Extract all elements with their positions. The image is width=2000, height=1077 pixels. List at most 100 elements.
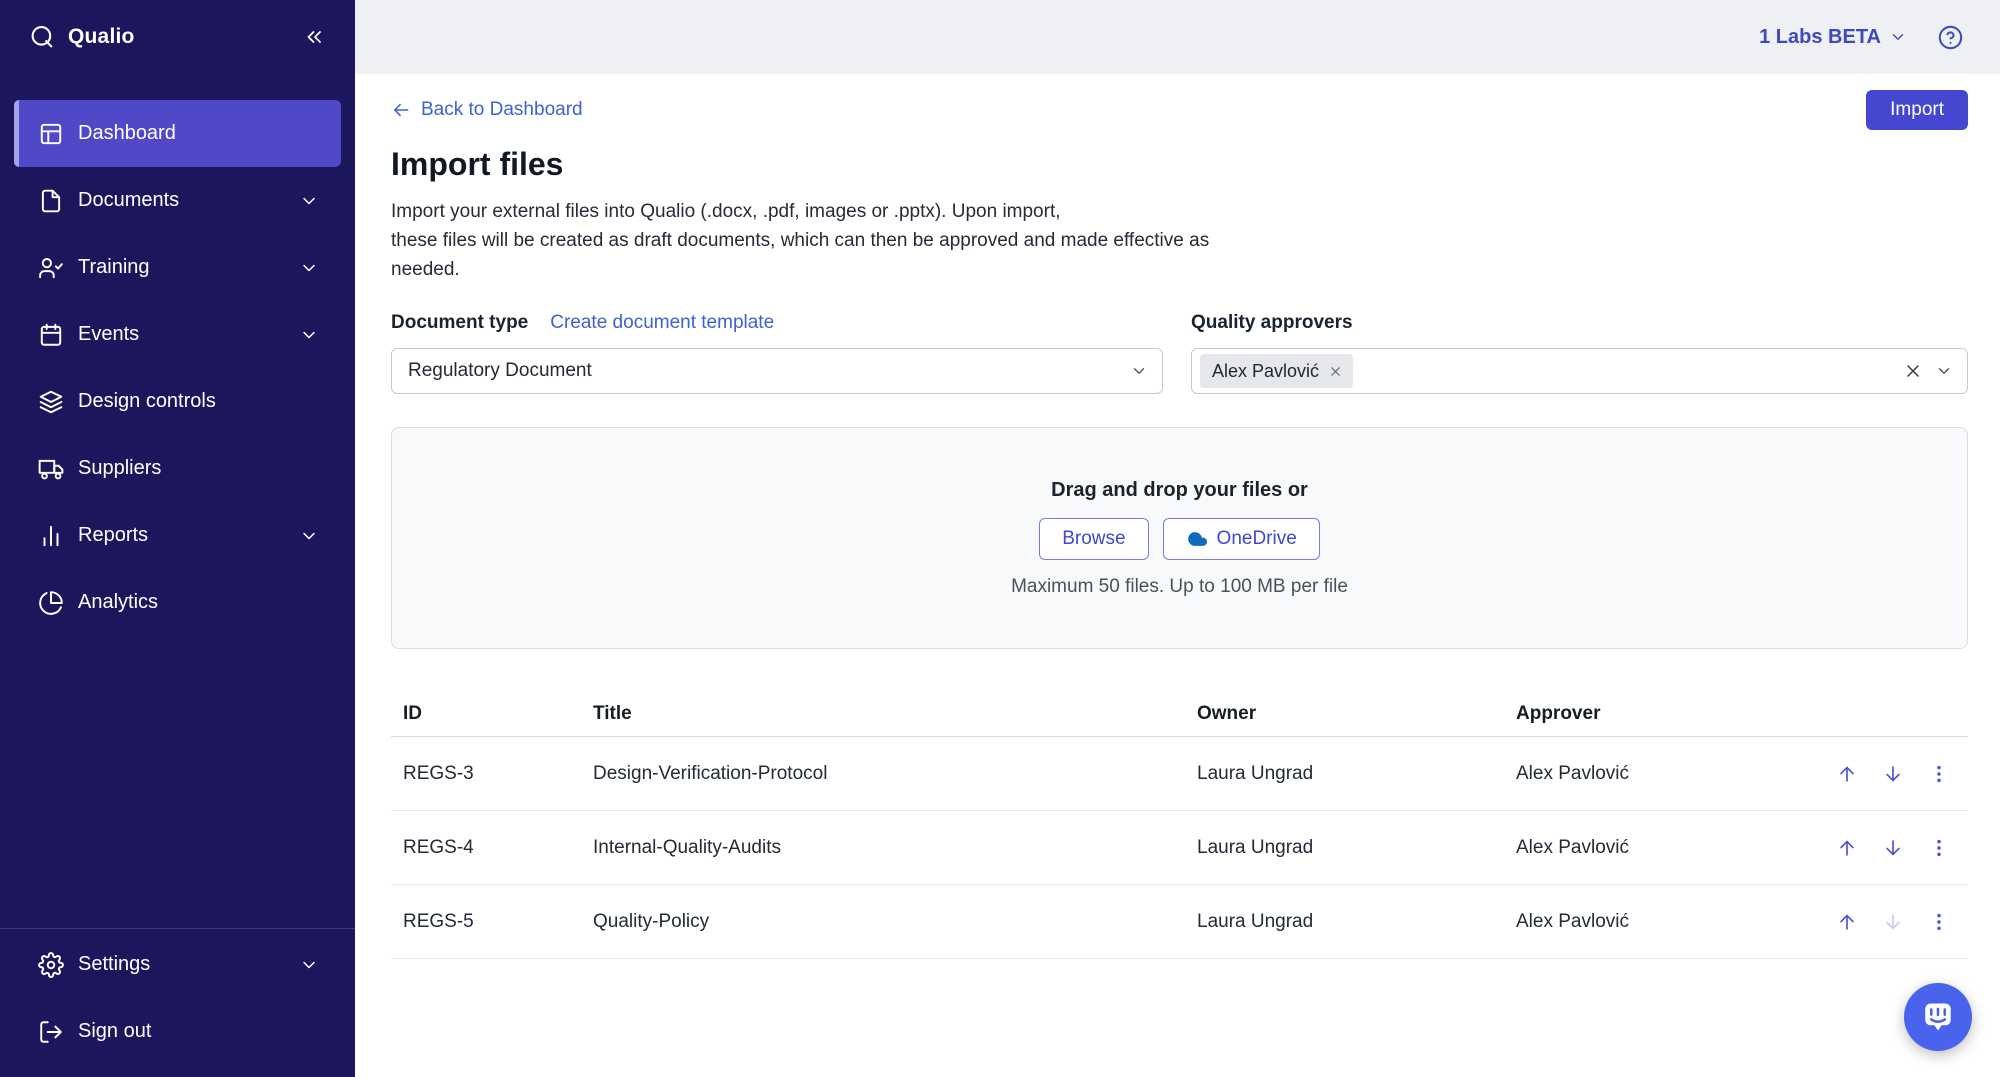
cell-title: Internal-Quality-Audits (581, 837, 1185, 859)
document-icon (38, 188, 64, 214)
quality-approvers-select[interactable]: Alex Pavlović (1191, 348, 1968, 394)
sidebar-item-label: Analytics (78, 591, 158, 614)
cell-title: Design-Verification-Protocol (581, 763, 1185, 785)
import-form: Document type Create document template R… (391, 310, 1968, 394)
sidebar-item-label: Documents (78, 189, 179, 212)
app-window: Qualio DashboardDocumentsTrainingEventsD… (0, 0, 2000, 1077)
column-header-id: ID (391, 703, 581, 725)
browse-button[interactable]: Browse (1039, 518, 1148, 560)
quality-approvers-label: Quality approvers (1191, 312, 1353, 334)
cell-approver: Alex Pavlović (1504, 763, 1808, 785)
cell-approver: Alex Pavlović (1504, 911, 1808, 933)
chevron-down-icon (299, 526, 319, 546)
chat-launcher[interactable] (1904, 983, 1972, 1051)
chevron-down-icon (299, 258, 319, 278)
remove-approver-icon[interactable] (1328, 364, 1343, 379)
sidebar-item-suppliers[interactable]: Suppliers (14, 435, 341, 502)
clear-approvers-icon[interactable] (1903, 361, 1923, 381)
document-type-label-row: Document type Create document template (391, 310, 1163, 336)
sidebar-item-dashboard[interactable]: Dashboard (14, 100, 341, 167)
quality-approvers-field: Quality approvers Alex Pavlović (1191, 310, 1968, 394)
onedrive-cloud-icon (1186, 528, 1208, 550)
chevron-down-icon (299, 955, 319, 975)
back-to-dashboard-link[interactable]: Back to Dashboard (391, 99, 583, 121)
description-line: Import your external files into Qualio (… (391, 201, 1061, 222)
dropzone-prompt: Drag and drop your files or (1051, 479, 1308, 502)
create-document-template-link[interactable]: Create document template (550, 312, 774, 334)
document-type-select[interactable]: Regulatory Document (391, 348, 1163, 394)
training-icon (38, 255, 64, 281)
workspace-switcher[interactable]: 1 Labs BETA (1759, 26, 1907, 49)
dashboard-icon (38, 121, 64, 147)
brand-name: Qualio (68, 25, 135, 49)
cell-owner: Laura Ungrad (1185, 911, 1504, 933)
sidebar-item-analytics[interactable]: Analytics (14, 569, 341, 636)
workspace-label: 1 Labs BETA (1759, 26, 1881, 49)
move-down-icon[interactable] (1882, 763, 1904, 785)
description-line: needed. (391, 259, 460, 280)
move-down-icon[interactable] (1882, 911, 1904, 933)
page-description: Import your external files into Qualio (… (391, 197, 1968, 284)
sidebar-item-label: Suppliers (78, 457, 161, 480)
dropzone-buttons: Browse OneDrive (1039, 518, 1320, 560)
qualio-logo-icon (28, 23, 56, 51)
column-header-approver: Approver (1504, 703, 1808, 725)
column-header-owner: Owner (1185, 703, 1504, 725)
arrow-left-icon (391, 100, 411, 120)
table-row: REGS-4Internal-Quality-AuditsLaura Ungra… (391, 811, 1968, 885)
sidebar-item-label: Sign out (78, 1020, 151, 1043)
gear-icon (38, 952, 64, 978)
sidebar-item-documents[interactable]: Documents (14, 167, 341, 234)
row-actions (1808, 763, 1968, 785)
file-dropzone[interactable]: Drag and drop your files or Browse OneDr… (391, 427, 1968, 649)
sidebar-nav: Dashboard Documents Training Events Design c… (0, 74, 355, 636)
sidebar-item-sign-out[interactable]: Sign out (14, 998, 341, 1065)
table-row: REGS-3Design-Verification-ProtocolLaura … (391, 737, 1968, 811)
cell-id: REGS-4 (391, 837, 581, 859)
move-up-icon[interactable] (1836, 837, 1858, 859)
import-button[interactable]: Import (1866, 90, 1968, 130)
sidebar-bottom-nav: Settings Sign out (0, 928, 355, 1077)
sidebar-item-events[interactable]: Events (14, 301, 341, 368)
bar-chart-icon (38, 523, 64, 549)
sidebar-item-label: Settings (78, 953, 150, 976)
document-type-label: Document type (391, 312, 528, 334)
brand[interactable]: Qualio (28, 23, 135, 51)
table-header: ID Title Owner Approver (391, 691, 1968, 737)
page-header-row: Back to Dashboard Import (391, 90, 1968, 130)
approver-chip-label: Alex Pavlović (1212, 361, 1319, 382)
sidebar: Qualio DashboardDocumentsTrainingEventsD… (0, 0, 355, 1077)
sidebar-item-design-controls[interactable]: Design controls (14, 368, 341, 435)
calendar-icon (38, 322, 64, 348)
row-menu-icon[interactable] (1928, 837, 1950, 859)
sidebar-item-label: Events (78, 323, 139, 346)
row-menu-icon[interactable] (1928, 911, 1950, 933)
page-title: Import files (391, 146, 1968, 183)
document-type-value: Regulatory Document (408, 360, 1130, 382)
move-down-icon[interactable] (1882, 837, 1904, 859)
dropzone-limits: Maximum 50 files. Up to 100 MB per file (1011, 576, 1348, 598)
sidebar-item-training[interactable]: Training (14, 234, 341, 301)
cell-approver: Alex Pavlović (1504, 837, 1808, 859)
sidebar-item-reports[interactable]: Reports (14, 502, 341, 569)
cell-id: REGS-3 (391, 763, 581, 785)
cell-title: Quality-Policy (581, 911, 1185, 933)
table-body: REGS-3Design-Verification-Protocol Laura … (391, 737, 1968, 959)
row-actions (1808, 837, 1968, 859)
import-files-page: Back to Dashboard Import Import files Im… (355, 74, 2000, 1077)
cell-id: REGS-5 (391, 911, 581, 933)
row-menu-icon[interactable] (1928, 763, 1950, 785)
onedrive-button[interactable]: OneDrive (1163, 518, 1320, 560)
chevron-down-icon (1130, 362, 1148, 380)
files-table: ID Title Owner Approver REGS-3Design-Ver… (391, 691, 1968, 959)
move-up-icon[interactable] (1836, 911, 1858, 933)
collapse-sidebar-icon[interactable] (303, 25, 327, 49)
move-up-icon[interactable] (1836, 763, 1858, 785)
sidebar-item-settings[interactable]: Settings (14, 931, 341, 998)
quality-approvers-label-row: Quality approvers (1191, 310, 1968, 336)
description-line: these files will be created as draft doc… (391, 230, 1209, 251)
sign-out-icon (38, 1019, 64, 1045)
help-icon[interactable] (1937, 24, 1964, 51)
back-link-label: Back to Dashboard (421, 99, 583, 121)
approver-chip: Alex Pavlović (1200, 354, 1353, 388)
